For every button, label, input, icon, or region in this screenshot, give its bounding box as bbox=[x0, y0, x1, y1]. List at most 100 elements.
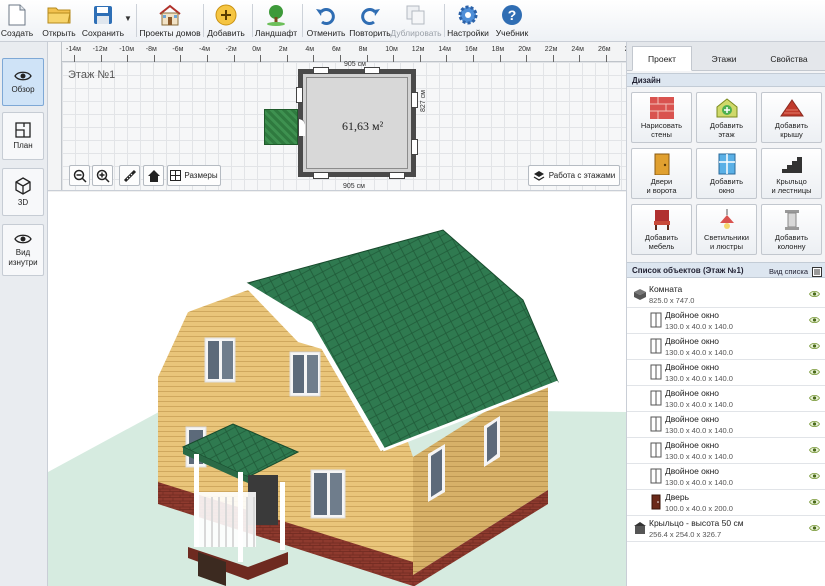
object-list-item[interactable]: Комната 825.0 x 747.0 bbox=[627, 282, 825, 308]
list-icon bbox=[812, 266, 822, 277]
toolbar-separator bbox=[136, 4, 137, 37]
visibility-eye-icon[interactable] bbox=[809, 498, 820, 508]
tab-floors[interactable]: Этажи bbox=[694, 46, 754, 71]
visibility-eye-icon[interactable] bbox=[809, 446, 820, 456]
ruler-tick-label: 0м bbox=[252, 46, 261, 53]
list-view-toggle[interactable]: Вид списка bbox=[769, 264, 822, 279]
ruler-tick-mark bbox=[552, 55, 554, 62]
design-section-header: Дизайн bbox=[627, 73, 825, 87]
visibility-eye-icon[interactable] bbox=[809, 290, 820, 300]
visibility-eye-icon[interactable] bbox=[809, 472, 820, 482]
object-dimensions: 130.0 x 40.0 x 140.0 bbox=[665, 426, 733, 435]
main-toolbar: Создать Открыть Сохранить ▼ Проекты домо… bbox=[0, 0, 825, 42]
ruler-tick-label: -14м bbox=[66, 46, 81, 53]
ruler-tick-label: -2м bbox=[225, 46, 237, 53]
object-list-item[interactable]: Крыльцо - высота 50 см 256.4 x 254.0 x 32… bbox=[627, 516, 825, 542]
visibility-eye-icon[interactable] bbox=[809, 368, 820, 378]
visibility-eye-icon[interactable] bbox=[809, 394, 820, 404]
visibility-eye-icon[interactable] bbox=[809, 316, 820, 326]
object-list-item[interactable]: Двойное окно 130.0 x 40.0 x 140.0 bbox=[627, 386, 825, 412]
toolbar-separator bbox=[252, 4, 253, 37]
add-window-button[interactable]: Добавить окно bbox=[696, 148, 757, 199]
object-list-item[interactable]: Двойное окно 130.0 x 40.0 x 140.0 bbox=[627, 308, 825, 334]
add-roof-button[interactable]: Добавить крышу bbox=[761, 92, 822, 143]
measure-button[interactable] bbox=[119, 165, 140, 186]
window-plan-marker[interactable] bbox=[411, 92, 418, 108]
object-name: Комната bbox=[649, 284, 683, 294]
object-list-item[interactable]: Двойное окно 130.0 x 40.0 x 140.0 bbox=[627, 412, 825, 438]
ruler-tick-mark bbox=[473, 55, 474, 62]
porch-plan-shape[interactable] bbox=[264, 109, 298, 145]
object-list-item[interactable]: Двойное окно 130.0 x 40.0 x 140.0 bbox=[627, 334, 825, 360]
ruler-tick-label: 6м bbox=[332, 46, 341, 53]
duplicate-button[interactable]: Дублировать bbox=[390, 0, 442, 42]
dimensions-button[interactable]: Размеры bbox=[167, 165, 221, 186]
3d-mode-button[interactable]: 3D bbox=[2, 168, 44, 216]
window-3d bbox=[310, 469, 346, 519]
open-button[interactable]: Открыть bbox=[40, 0, 78, 42]
overview-mode-button[interactable]: Обзор bbox=[2, 58, 44, 106]
add-column-button[interactable]: Добавить колонну bbox=[761, 204, 822, 255]
ruler-tick-label: -10м bbox=[119, 46, 135, 53]
draw-walls-button[interactable]: Нарисовать стены bbox=[631, 92, 692, 143]
landscape-button[interactable]: Ландшафт bbox=[255, 0, 297, 42]
zoom-out-button[interactable] bbox=[69, 165, 90, 186]
object-list-item[interactable]: Двойное окно 130.0 x 40.0 x 140.0 bbox=[627, 438, 825, 464]
window-plan-marker[interactable] bbox=[389, 172, 405, 179]
floors-work-button[interactable]: Работа с этажами bbox=[528, 165, 620, 186]
object-list-item[interactable]: Двойное окно 130.0 x 40.0 x 140.0 bbox=[627, 360, 825, 386]
ruler-tick-mark bbox=[526, 55, 528, 62]
ruler-tick-label: 18м bbox=[491, 46, 505, 53]
settings-button[interactable]: Настройки bbox=[447, 0, 489, 42]
house-projects-button[interactable]: Проекты домов bbox=[139, 0, 201, 42]
lights-button[interactable]: Светильники и люстры bbox=[696, 204, 757, 255]
visibility-eye-icon[interactable] bbox=[809, 524, 820, 534]
inside-view-mode-button[interactable]: Вид изнутри bbox=[2, 224, 44, 276]
redo-arrow-icon bbox=[357, 3, 383, 27]
window-object-icon bbox=[649, 363, 663, 381]
object-list-item[interactable]: Дверь 100.0 x 40.0 x 200.0 bbox=[627, 490, 825, 516]
ruler-tick-mark bbox=[393, 55, 395, 62]
add-floor-button[interactable]: Добавить этаж bbox=[696, 92, 757, 143]
save-button[interactable]: Сохранить bbox=[82, 0, 124, 42]
window-plan-marker[interactable] bbox=[364, 67, 380, 74]
create-button[interactable]: Создать bbox=[1, 0, 33, 42]
house-3d-render bbox=[48, 229, 626, 586]
floor-plan-canvas[interactable]: -14м -12м -10м -8м -6м -4м -2м 0м 2м 4м 6м 8м 10м 12м… bbox=[48, 42, 626, 191]
plan-mode-button[interactable]: План bbox=[2, 112, 44, 160]
3d-view-canvas[interactable] bbox=[48, 192, 626, 586]
window-plan-marker[interactable] bbox=[313, 172, 329, 179]
door-plan-marker[interactable] bbox=[298, 118, 305, 136]
home-icon bbox=[147, 169, 160, 182]
save-dropdown-icon[interactable]: ▼ bbox=[124, 14, 132, 23]
lamp-icon bbox=[717, 208, 737, 232]
ruler-tick-mark bbox=[207, 55, 208, 62]
tab-project[interactable]: Проект bbox=[632, 46, 692, 71]
add-button[interactable]: Добавить bbox=[207, 0, 245, 42]
visibility-eye-icon[interactable] bbox=[809, 342, 820, 352]
redo-button[interactable]: Повторить bbox=[349, 0, 391, 42]
undo-button[interactable]: Отменить bbox=[307, 0, 345, 42]
visibility-eye-icon[interactable] bbox=[809, 420, 820, 430]
home-view-button[interactable] bbox=[143, 165, 164, 186]
ruler-tick-label: 22м bbox=[544, 46, 558, 53]
object-list-item[interactable]: Двойное окно 130.0 x 40.0 x 140.0 bbox=[627, 464, 825, 490]
window-plan-marker[interactable] bbox=[313, 67, 329, 74]
zoom-in-button[interactable] bbox=[92, 165, 113, 186]
window-icon bbox=[718, 152, 736, 176]
gear-icon bbox=[455, 3, 481, 27]
porch-stairs-button[interactable]: Крыльцо и лестницы bbox=[761, 148, 822, 199]
object-dimensions: 130.0 x 40.0 x 140.0 bbox=[665, 478, 733, 487]
window-object-icon bbox=[649, 441, 663, 459]
ruler-tick-mark bbox=[286, 55, 288, 62]
doors-gates-button[interactable]: Двери и ворота bbox=[631, 148, 692, 199]
zoom-in-icon bbox=[96, 169, 110, 183]
add-furniture-button[interactable]: Добавить мебель bbox=[631, 204, 692, 255]
tutorial-button[interactable]: ? Учебник bbox=[493, 0, 531, 42]
window-plan-marker[interactable] bbox=[296, 87, 303, 103]
tab-properties[interactable]: Свойства bbox=[757, 46, 821, 71]
ruler-tick-mark bbox=[127, 55, 129, 62]
undo-arrow-icon bbox=[313, 3, 339, 27]
object-name: Дверь bbox=[665, 492, 690, 502]
window-plan-marker[interactable] bbox=[411, 139, 418, 155]
